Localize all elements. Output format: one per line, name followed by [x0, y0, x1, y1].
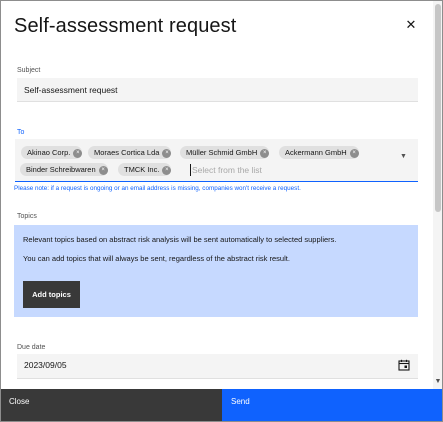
- to-search-input[interactable]: Select from the list: [192, 164, 262, 176]
- tag-label: Moraes Cortica Lda: [94, 148, 160, 157]
- to-label: To: [17, 129, 25, 136]
- text-caret: [190, 164, 191, 176]
- tag-label: Binder Schreibwaren: [26, 165, 96, 174]
- send-button[interactable]: Send: [222, 389, 442, 421]
- close-button[interactable]: Close: [1, 389, 222, 421]
- subject-input[interactable]: Self-assessment request: [17, 78, 418, 102]
- subject-label: Subject: [17, 67, 41, 74]
- tag-binder: Binder Schreibwaren ×: [20, 163, 108, 176]
- topics-info-line-2: You can add topics that will always be s…: [23, 254, 290, 263]
- dialog-title: Self-assessment request: [14, 15, 237, 37]
- due-date-input[interactable]: 2023/09/05: [17, 354, 418, 379]
- tag-ackermann: Ackermann GmbH ×: [279, 146, 359, 159]
- remove-tag-icon[interactable]: ×: [98, 166, 108, 175]
- scrollbar-thumb[interactable]: [435, 4, 441, 212]
- topics-label: Topics: [17, 213, 37, 220]
- to-multiselect[interactable]: Akinao Corp. × Moraes Cortica Lda × Müller…: [15, 139, 418, 182]
- calendar-icon[interactable]: [398, 359, 410, 371]
- tag-label: Müller Schmid GmbH: [186, 148, 258, 157]
- recipient-note: Please note: if a request is ongoing or …: [14, 185, 301, 192]
- tag-tmck: TMCK Inc. ×: [118, 163, 172, 176]
- tag-label: TMCK Inc.: [124, 165, 160, 174]
- chevron-down-icon[interactable]: ▼: [400, 153, 407, 160]
- topics-info-panel: Relevant topics based on abstract risk a…: [14, 225, 418, 317]
- topics-info-line-1: Relevant topics based on abstract risk a…: [23, 235, 337, 244]
- tag-moraes: Moraes Cortica Lda ×: [88, 146, 172, 159]
- remove-tag-icon[interactable]: ×: [162, 149, 172, 158]
- remove-tag-icon[interactable]: ×: [260, 149, 270, 158]
- tag-label: Ackermann GmbH: [285, 148, 347, 157]
- tag-label: Akinao Corp.: [27, 148, 71, 157]
- tag-muller: Müller Schmid GmbH ×: [180, 146, 270, 159]
- due-date-label: Due date: [17, 344, 46, 351]
- remove-tag-icon[interactable]: ×: [73, 149, 83, 158]
- add-topics-button[interactable]: Add topics: [23, 281, 80, 308]
- scrollbar[interactable]: ▼: [433, 1, 442, 389]
- remove-tag-icon[interactable]: ×: [349, 149, 359, 158]
- scroll-down-icon[interactable]: ▼: [434, 378, 442, 386]
- remove-tag-icon[interactable]: ×: [162, 166, 172, 175]
- close-icon[interactable]: ✕: [403, 17, 419, 33]
- self-assessment-dialog: Self-assessment request ✕ ▼ Subject Self…: [0, 0, 443, 422]
- due-date-value: 2023/09/05: [24, 360, 67, 370]
- tag-akinao: Akinao Corp. ×: [21, 146, 83, 159]
